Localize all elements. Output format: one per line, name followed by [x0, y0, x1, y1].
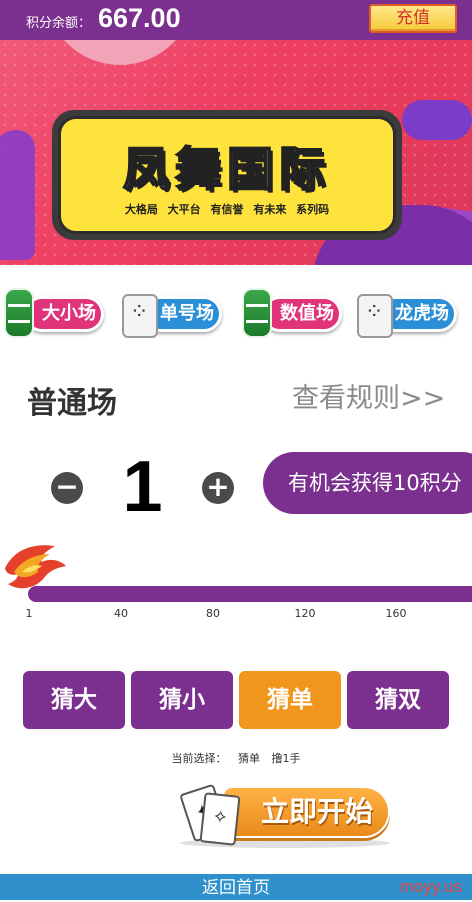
chips-icon: [242, 288, 272, 338]
mode-label: 大小场: [24, 296, 104, 332]
guess-odd-button[interactable]: 猜单: [239, 671, 341, 729]
mode-dragon-tiger[interactable]: 龙虎场: [355, 286, 459, 344]
brand-logo: 凤舞国际 大格局 大平台 有信誉 有未来 系列码: [52, 110, 402, 240]
mode-single-number[interactable]: 单号场: [120, 286, 224, 344]
game-mode-row: 大小场 单号场 数值场 龙虎场: [0, 286, 472, 346]
increase-button[interactable]: +: [202, 472, 234, 504]
chips-icon: [4, 288, 34, 338]
reward-info: 有机会获得10积分: [263, 452, 472, 514]
dancer-illustration-left: [0, 130, 35, 260]
quantity-value: 1: [122, 447, 163, 527]
guess-even-button[interactable]: 猜双: [347, 671, 449, 729]
slider-tick: 80: [206, 607, 220, 620]
recharge-button[interactable]: 充值: [369, 4, 457, 33]
slider-tick: 120: [294, 607, 316, 620]
slider-tick: 160: [385, 607, 407, 620]
decrease-button[interactable]: −: [51, 472, 83, 504]
mode-numeric[interactable]: 数值场: [240, 286, 344, 344]
view-rules-link[interactable]: 查看规则>>: [292, 376, 445, 415]
balance-value: 667.00: [98, 3, 181, 33]
selection-choice: 猜单: [238, 752, 260, 765]
balance-label: 积分余额：: [26, 16, 92, 31]
dancer-illustration-right: [402, 100, 472, 140]
dice-icon: [357, 294, 393, 338]
playing-cards-icon: ✦ ✧: [179, 780, 241, 848]
selection-hands: 撸1手: [271, 752, 301, 765]
card-diamond-icon: ✧: [199, 792, 241, 846]
logo-title: 凤舞国际: [122, 141, 331, 197]
guess-small-button[interactable]: 猜小: [131, 671, 233, 729]
slider-tick: 40: [114, 607, 128, 620]
logo-subtitle: 大格局 大平台 有信誉 有未来 系列码: [124, 203, 330, 216]
logo-plate: 凤舞国际 大格局 大平台 有信誉 有未来 系列码: [58, 116, 396, 234]
mode-big-small[interactable]: 大小场: [2, 286, 106, 344]
selection-prefix: 当前选择：: [171, 752, 227, 765]
guess-big-button[interactable]: 猜大: [23, 671, 125, 729]
bet-slider[interactable]: [28, 586, 472, 602]
slider-tick: 1: [25, 607, 33, 620]
start-button[interactable]: 立即开始: [222, 786, 390, 838]
promo-banner[interactable]: 凤舞国际 大格局 大平台 有信誉 有未来 系列码: [0, 40, 472, 265]
start-button-group[interactable]: 立即开始 ✦ ✧: [179, 780, 395, 848]
watermark: moyy.us: [399, 877, 462, 896]
mode-label: 数值场: [262, 296, 342, 332]
dice-icon: [122, 294, 158, 338]
current-selection: 当前选择： 猜单 撸1手: [0, 750, 472, 766]
page-title: 普通场: [27, 386, 117, 421]
balance-bar: 积分余额： 667.00 充值: [0, 0, 472, 40]
